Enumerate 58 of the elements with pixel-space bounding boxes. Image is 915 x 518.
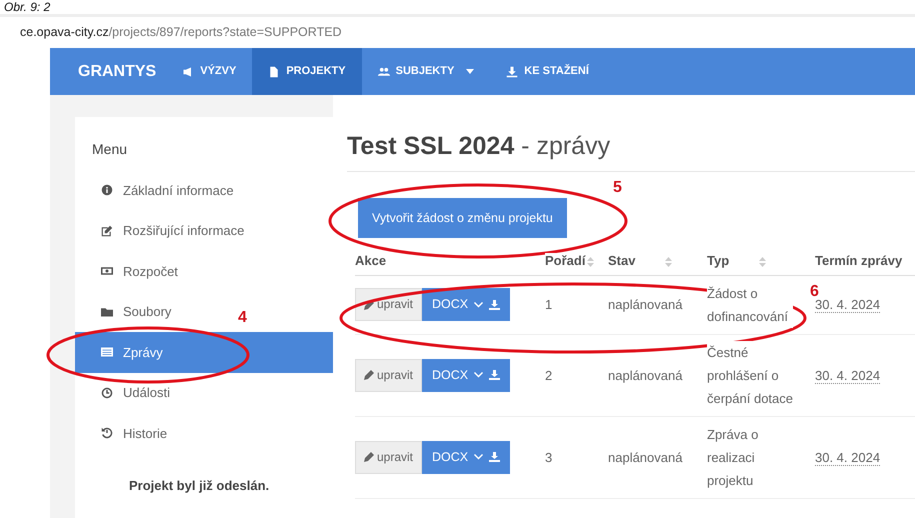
annotation-number: 5 bbox=[613, 179, 622, 196]
column-header[interactable]: Stav bbox=[608, 253, 636, 268]
nav-item[interactable]: KE STAŽENÍ bbox=[490, 48, 605, 95]
sidebar-item[interactable]: Historie bbox=[75, 413, 333, 454]
chevron-icon bbox=[474, 302, 484, 308]
sidebar-heading: Menu bbox=[91, 140, 128, 159]
docx-download-button[interactable]: DOCX bbox=[422, 288, 510, 321]
brand-logo[interactable]: GRANTYS bbox=[78, 48, 156, 95]
order-cell: 1 bbox=[545, 297, 552, 312]
sidebar-item[interactable]: Události bbox=[75, 372, 333, 413]
annotation-number: 6 bbox=[810, 283, 819, 300]
banknote-icon bbox=[101, 265, 113, 278]
download-icon bbox=[489, 300, 500, 310]
figure-caption: Obr. 9: 2 bbox=[4, 0, 50, 14]
order-cell: 2 bbox=[545, 368, 552, 382]
folder-icon bbox=[101, 306, 113, 318]
chevron-icon bbox=[474, 454, 484, 460]
sidebar-item[interactable]: Základní informace bbox=[75, 170, 333, 210]
edit-icon bbox=[101, 224, 113, 237]
column-header[interactable]: Termín zprávy bbox=[815, 253, 902, 268]
pencil-icon bbox=[364, 452, 374, 462]
sidebar-item[interactable]: Zprávy bbox=[75, 332, 333, 372]
state-cell: naplánovaná bbox=[608, 450, 682, 464]
file-icon bbox=[268, 66, 280, 78]
download-icon bbox=[489, 452, 500, 462]
users-icon bbox=[378, 66, 390, 78]
docx-download-button[interactable]: DOCX bbox=[422, 358, 510, 392]
sidebar-item[interactable]: Rozpočet bbox=[75, 251, 333, 292]
status-note: Projekt byl již odeslán. bbox=[128, 476, 270, 495]
download-icon bbox=[489, 370, 500, 380]
edit-button[interactable]: upravit bbox=[355, 288, 422, 321]
column-header[interactable]: Pořadí bbox=[545, 253, 586, 268]
chevron-icon bbox=[474, 372, 484, 378]
order-cell: 3 bbox=[545, 450, 552, 464]
pencil-icon bbox=[364, 300, 374, 310]
pencil-icon bbox=[364, 370, 374, 380]
create-request-button[interactable]: Vytvořit žádost o změnu projektu bbox=[358, 198, 567, 238]
annotation-number: 4 bbox=[238, 309, 247, 326]
nav-item[interactable]: PROJEKTY bbox=[252, 48, 362, 95]
deadline-date: 30. 4. 2024 bbox=[815, 450, 880, 466]
docx-download-button[interactable]: DOCX bbox=[422, 440, 510, 474]
clock-icon bbox=[101, 386, 113, 399]
nav-item[interactable]: SUBJEKTY bbox=[362, 48, 490, 95]
column-header[interactable]: Typ bbox=[707, 253, 730, 268]
nav-item[interactable]: VÝZVY bbox=[166, 48, 252, 95]
state-cell: naplánovaná bbox=[608, 368, 682, 382]
history-icon bbox=[101, 427, 113, 440]
page-title: Test SSL 2024 - zprávy bbox=[347, 131, 610, 161]
deadline-date: 30. 4. 2024 bbox=[815, 368, 880, 384]
sidebar-item[interactable]: Rozšiřující informace bbox=[75, 210, 333, 251]
edit-button[interactable]: upravit bbox=[355, 358, 422, 392]
list-icon bbox=[101, 346, 113, 358]
download-icon bbox=[506, 66, 518, 78]
column-header[interactable]: Akce bbox=[355, 253, 386, 268]
state-cell: naplánovaná bbox=[608, 297, 682, 312]
info-icon bbox=[101, 184, 113, 196]
edit-button[interactable]: upravit bbox=[355, 440, 422, 474]
deadline-date: 30. 4. 2024 bbox=[815, 298, 880, 313]
